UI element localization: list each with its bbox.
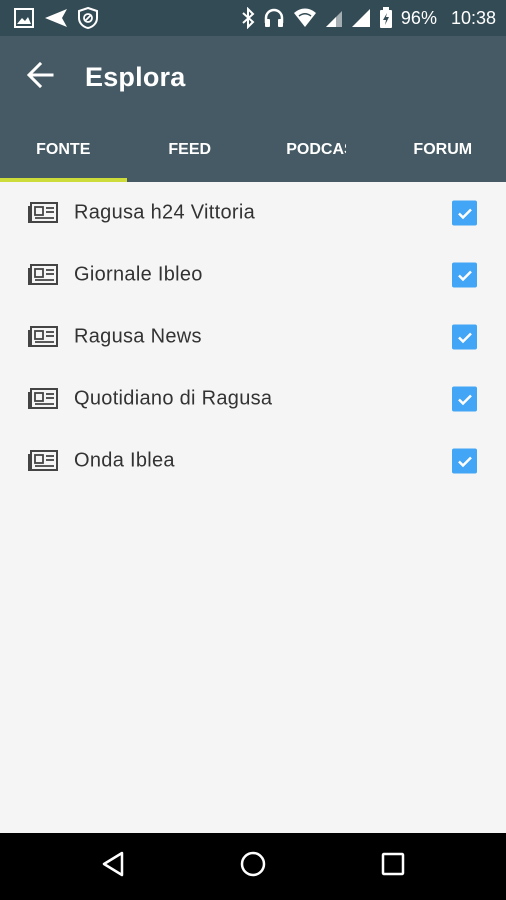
tab-label: FORUM: [413, 141, 473, 158]
list-item[interactable]: Ragusa News: [0, 306, 506, 368]
toolbar: Esplora: [0, 36, 506, 118]
source-label: Ragusa h24 Vittoria: [74, 201, 256, 224]
battery-icon: [379, 7, 393, 29]
app-bar: Esplora FONTE FEED PODCAST FORUM: [0, 36, 506, 182]
nav-back-button[interactable]: [93, 847, 133, 887]
source-label: Ragusa News: [74, 325, 202, 348]
source-checkbox[interactable]: [452, 448, 477, 474]
source-checkbox[interactable]: [452, 200, 477, 226]
bluetooth-icon: [241, 7, 255, 29]
newspaper-icon: [28, 387, 58, 411]
newspaper-icon: [28, 325, 58, 349]
home-circle-icon: [239, 850, 267, 883]
battery-percent: 96%: [400, 7, 437, 28]
newspaper-icon: [28, 263, 58, 287]
status-left-icons: [14, 7, 98, 29]
tab-label: PODCAST: [286, 141, 346, 158]
list-item[interactable]: Onda Iblea: [0, 430, 506, 492]
tab-fonte[interactable]: FONTE: [0, 118, 127, 182]
headphones-icon: [263, 8, 285, 28]
status-right-icons: 96% 10:38: [241, 7, 496, 29]
system-nav-bar: [0, 833, 506, 900]
source-label: Giornale Ibleo: [74, 263, 203, 286]
source-label: Onda Iblea: [74, 449, 175, 472]
shield-icon: [78, 7, 98, 29]
arrow-back-icon: [26, 61, 54, 94]
list-item[interactable]: Ragusa h24 Vittoria: [0, 182, 506, 244]
tab-feed[interactable]: FEED: [127, 118, 254, 182]
list-item[interactable]: Quotidiano di Ragusa: [0, 368, 506, 430]
image-icon: [14, 8, 34, 28]
wifi-icon: [293, 8, 317, 28]
list-item[interactable]: Giornale Ibleo: [0, 244, 506, 306]
signal-icon: [351, 8, 371, 28]
signal-icon: [325, 8, 343, 28]
newspaper-icon: [28, 201, 58, 225]
nav-recents-button[interactable]: [373, 847, 413, 887]
tab-label: FONTE: [36, 141, 91, 158]
page-title: Esplora: [85, 61, 186, 92]
source-checkbox[interactable]: [452, 386, 477, 412]
clock: 10:38: [450, 7, 496, 28]
status-bar: 96% 10:38: [0, 0, 506, 36]
tab-forum[interactable]: FORUM: [380, 118, 506, 182]
recents-square-icon: [380, 851, 406, 882]
nav-home-button[interactable]: [233, 847, 273, 887]
source-checkbox[interactable]: [452, 262, 477, 288]
back-button[interactable]: [24, 61, 56, 93]
tab-label: FEED: [168, 141, 212, 158]
newspaper-icon: [28, 449, 58, 473]
source-label: Quotidiano di Ragusa: [74, 387, 273, 410]
source-checkbox[interactable]: [452, 324, 477, 350]
tab-bar: FONTE FEED PODCAST FORUM: [0, 118, 506, 182]
source-list: Ragusa h24 Vittoria Giornale Ibleo Ragus…: [0, 182, 506, 492]
back-triangle-icon: [100, 850, 126, 883]
send-icon: [44, 8, 68, 28]
tab-podcast[interactable]: PODCAST: [253, 118, 380, 182]
